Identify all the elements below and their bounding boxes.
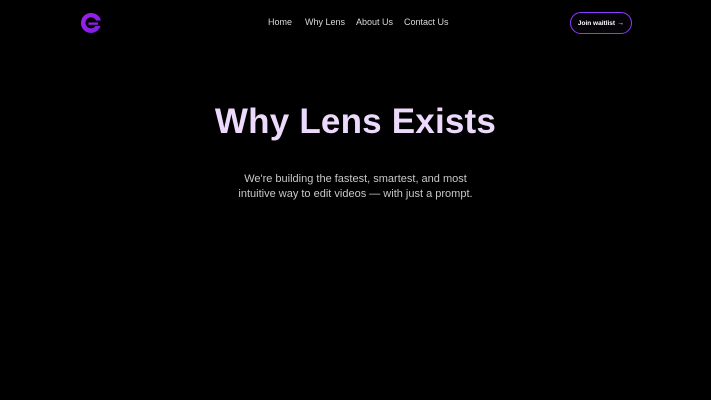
lens-logo-icon[interactable] [80,12,102,34]
nav-why-lens[interactable]: Why Lens [305,17,345,27]
nav-home[interactable]: Home [268,17,292,27]
join-waitlist-button[interactable]: Join waitlist → [570,12,632,34]
nav-contact-us[interactable]: Contact Us [404,17,449,27]
page: Home Why Lens About Us Contact Us Join w… [0,0,711,400]
site-header: Home Why Lens About Us Contact Us Join w… [0,0,711,44]
hero-subtitle: We're building the fastest, smartest, an… [0,172,711,202]
hero-subtitle-line-1: We're building the fastest, smartest, an… [244,173,467,185]
arrow-right-icon: → [617,19,625,27]
join-waitlist-label: Join waitlist [577,19,616,27]
hero-title: Why Lens Exists [214,102,497,141]
hero-subtitle-line-2: intuitive way to edit videos — with just… [238,188,473,200]
nav-about-us[interactable]: About Us [356,17,393,27]
